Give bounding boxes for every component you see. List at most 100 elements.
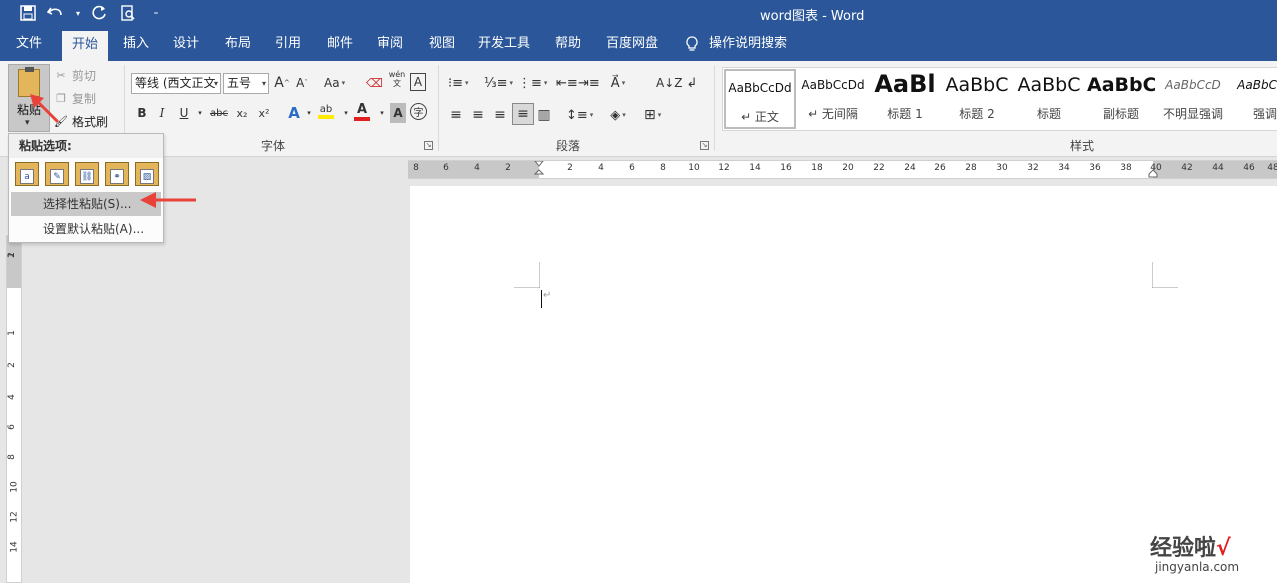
divider — [438, 65, 439, 151]
styles-group-label: 样式 — [1070, 139, 1095, 153]
undo-icon[interactable] — [46, 4, 66, 22]
tab-mailings[interactable]: 邮件 — [320, 27, 360, 61]
style-normal[interactable]: AaBbCcDd ↵ 正文 — [724, 69, 796, 129]
style-no-spacing[interactable]: AaBbCcDd ↵ 无间隔 — [797, 68, 869, 130]
align-right-icon[interactable]: ≡ — [492, 105, 508, 125]
chevron-down-icon[interactable]: ▾ — [262, 74, 266, 93]
paragraph-dialog-launcher-icon[interactable]: ↘ — [700, 141, 709, 150]
document-page[interactable]: ↵ — [410, 186, 1277, 583]
first-line-indent-marker[interactable] — [534, 161, 544, 178]
chevron-down-icon[interactable]: ▾ — [25, 118, 30, 128]
highlight-icon[interactable]: ab — [318, 101, 334, 121]
borders-icon[interactable]: ⊞ ▾ — [644, 105, 661, 125]
justify-icon[interactable]: ≡ — [512, 103, 534, 125]
align-center-icon[interactable]: ≡ — [470, 105, 486, 125]
subscript-button[interactable]: x₂ — [234, 103, 250, 123]
chevron-down-icon[interactable]: ▾ — [301, 103, 317, 123]
ruler-tick: 32 — [1027, 163, 1039, 173]
clear-formatting-icon[interactable]: ⌫ — [366, 73, 383, 93]
numbering-icon[interactable]: ⅓≡ ▾ — [484, 73, 513, 93]
paste-button[interactable]: 粘贴 ▾ — [8, 64, 50, 132]
line-spacing-icon[interactable]: ↕≡ ▾ — [566, 105, 593, 125]
ruler-tick: 12 — [9, 511, 20, 523]
chevron-down-icon[interactable]: ▾ — [338, 103, 354, 123]
chevron-down-icon[interactable]: ▾ — [192, 103, 208, 123]
tab-references[interactable]: 引用 — [268, 27, 308, 61]
strikethrough-button[interactable]: abc — [210, 103, 228, 123]
font-name-combo[interactable]: 等线 (西文正文 ▾ — [131, 73, 221, 94]
show-marks-icon[interactable]: ↲ — [684, 73, 700, 93]
chevron-down-icon[interactable]: ▾ — [214, 74, 218, 93]
ruler-tick: 14 — [749, 163, 761, 173]
style-heading-1[interactable]: AaBl 标题 1 — [869, 68, 941, 130]
sort-icon[interactable]: A↓Z — [656, 73, 682, 93]
chevron-down-icon[interactable]: ▾ — [374, 103, 390, 123]
paragraph-shading-icon[interactable]: ◈ ▾ — [610, 105, 626, 125]
phonetic-guide-icon[interactable]: wén 文 — [388, 69, 406, 89]
bold-button[interactable]: B — [134, 103, 150, 123]
tab-insert[interactable]: 插入 — [116, 27, 156, 61]
print-preview-icon[interactable] — [118, 4, 138, 22]
save-icon[interactable] — [18, 4, 38, 22]
copy-button[interactable]: ❐ 复制 — [54, 90, 96, 107]
style-subtitle[interactable]: AaBbC 副标题 — [1085, 68, 1157, 130]
set-default-paste-item[interactable]: 设置默认粘贴(A)... — [11, 217, 161, 241]
tab-help[interactable]: 帮助 — [548, 27, 588, 61]
format-painter-button[interactable]: 🖌 格式刷 — [54, 113, 108, 130]
paste-special-item[interactable]: 选择性粘贴(S)... — [11, 192, 161, 216]
grow-font-icon[interactable]: A ^ — [274, 73, 290, 93]
style-emphasis[interactable]: AaBbCcD 强调 — [1229, 68, 1277, 130]
paste-label: 粘贴 — [17, 103, 42, 117]
style-sample: AaBbC — [1017, 74, 1081, 96]
shrink-font-icon[interactable]: Aˇ — [294, 73, 310, 93]
right-indent-marker[interactable] — [1148, 161, 1158, 178]
style-subtle-emphasis[interactable]: AaBbCcD 不明显强调 — [1157, 68, 1229, 130]
distributed-icon[interactable]: ▥ — [536, 105, 552, 125]
merge-formatting-icon[interactable]: ✎ — [45, 162, 69, 186]
cut-button[interactable]: ✂ 剪切 — [54, 67, 96, 84]
tab-layout[interactable]: 布局 — [218, 27, 258, 61]
chinese-layout-icon[interactable]: A⃗ ▾ — [610, 73, 626, 93]
underline-button[interactable]: U — [176, 103, 192, 123]
tab-file[interactable]: 文件 — [8, 27, 50, 61]
style-name: 强调 — [1252, 107, 1277, 121]
keep-source-formatting-icon[interactable]: a — [15, 162, 39, 186]
style-name: 标题 1 — [887, 107, 923, 121]
tab-design[interactable]: 设计 — [166, 27, 206, 61]
redo-icon[interactable] — [90, 4, 110, 22]
character-border-icon[interactable]: A — [410, 73, 426, 91]
bullets-icon[interactable]: ⁝≡ ▾ — [448, 73, 469, 93]
enclose-characters-icon[interactable]: 字 — [410, 103, 427, 120]
tab-home[interactable]: 开始 — [62, 31, 108, 61]
use-destination-style-icon[interactable]: ⛓ — [75, 162, 99, 186]
superscript-button[interactable]: x² — [256, 103, 272, 123]
tab-developer[interactable]: 开发工具 — [474, 27, 534, 61]
decrease-indent-icon[interactable]: ⇤≡ — [556, 73, 578, 93]
tell-me-search[interactable]: 操作说明搜索 — [706, 27, 790, 61]
tab-baidu-netdisk[interactable]: 百度网盘 — [600, 27, 664, 61]
italic-button[interactable]: I — [154, 103, 170, 123]
link-keep-source-icon[interactable]: ⚭ — [105, 162, 129, 186]
multilevel-list-icon[interactable]: ⋮≡ ▾ — [518, 73, 547, 93]
style-title[interactable]: AaBbC 标题 — [1013, 68, 1085, 130]
crop-mark-top-right — [1152, 262, 1178, 288]
font-color-icon[interactable]: A — [354, 101, 370, 121]
style-heading-2[interactable]: AaBbC 标题 2 — [941, 68, 1013, 130]
tab-review[interactable]: 审阅 — [370, 27, 410, 61]
chevron-down-icon[interactable]: ▾ — [74, 4, 82, 22]
paste-dropdown-menu: 粘贴选项: a ✎ ⛓ ⚭ ▨ 选择性粘贴(S)... 设置默认粘贴(A)... — [8, 133, 164, 243]
increase-indent-icon[interactable]: ⇥≡ — [578, 73, 600, 93]
font-dialog-launcher-icon[interactable]: ↘ — [424, 141, 433, 150]
customize-qat-icon[interactable]: ₌ — [146, 4, 166, 22]
font-size-combo[interactable]: 五号 ▾ — [223, 73, 269, 94]
horizontal-ruler[interactable]: 8 6 4 2 2 4 6 8 10 12 14 16 18 20 22 24 … — [408, 160, 1277, 179]
align-left-icon[interactable]: ≡ — [448, 105, 464, 125]
change-case-button[interactable]: Aa ▾ — [324, 73, 345, 93]
ruler-tick: 6 — [6, 424, 17, 430]
tab-view[interactable]: 视图 — [422, 27, 462, 61]
title-bar: ▾ ₌ word图表 - Word — [0, 0, 1277, 27]
text-effects-icon[interactable]: A — [286, 103, 302, 123]
character-shading-icon[interactable]: A — [390, 103, 406, 123]
picture-icon[interactable]: ▨ — [135, 162, 159, 186]
vertical-ruler[interactable]: 1 2 1 2 4 6 8 10 12 14 — [6, 235, 22, 583]
